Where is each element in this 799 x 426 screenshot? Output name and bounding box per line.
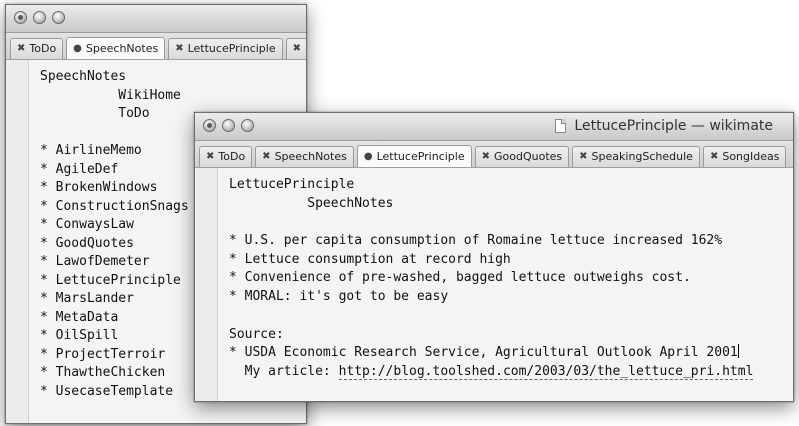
tab-label: ToDo xyxy=(218,150,246,163)
close-tab-icon[interactable]: ✖ xyxy=(482,147,490,167)
front-tab-bar: ✖ ToDo ✖ SpeechNotes ● LettucePrinciple ✖ GoodQ… xyxy=(195,141,793,168)
tab-label: SongIdeas xyxy=(722,150,780,163)
zoom-window-button[interactable] xyxy=(241,119,254,132)
text-line[interactable]: * MORAL: it's got to be easy xyxy=(229,288,753,307)
tab-todo[interactable]: ✖ ToDo xyxy=(10,38,64,59)
text-line[interactable]: * LettucePrinciple xyxy=(40,272,189,291)
tab-label: GoodQuotes xyxy=(494,150,563,163)
text-line[interactable]: * ProjectTerroir xyxy=(40,346,189,365)
text-line[interactable]: Source: xyxy=(229,326,753,345)
tab-label: LettucePrinciple xyxy=(187,42,276,55)
text-line[interactable]: ToDo xyxy=(40,105,189,124)
back-tab-bar: ✖ToDo●SpeechNotes✖LettucePrinciple✖L xyxy=(6,33,306,60)
window-title: LettucePrinciple — wikimate xyxy=(574,118,773,134)
text-line[interactable]: * U.S. per capita consumption of Romaine… xyxy=(229,232,753,251)
document-icon[interactable] xyxy=(555,119,567,133)
text-line[interactable]: * MarsLander xyxy=(40,290,189,309)
close-tab-icon[interactable]: ✖ xyxy=(293,39,301,59)
text-line[interactable]: * LawofDemeter xyxy=(40,253,189,272)
minimize-window-button[interactable] xyxy=(33,11,46,24)
unsaved-dot-icon: ● xyxy=(363,150,373,162)
tab-l[interactable]: ✖L xyxy=(285,38,306,59)
text-line[interactable]: * BrokenWindows xyxy=(40,179,189,198)
close-tab-icon[interactable]: ✖ xyxy=(579,147,587,167)
text-line[interactable]: LettucePrinciple xyxy=(229,176,753,195)
window-title-area: LettucePrinciple — wikimate xyxy=(555,118,773,134)
front-titlebar[interactable]: LettucePrinciple — wikimate xyxy=(195,113,793,141)
back-titlebar[interactable] xyxy=(6,5,306,33)
tab-speakingschedule[interactable]: ✖ SpeakingSchedule xyxy=(572,146,700,167)
unsaved-dot-icon: ● xyxy=(73,42,82,54)
tab-label: LettucePrinciple xyxy=(376,149,465,163)
text-line[interactable]: * OilSpill xyxy=(40,327,189,346)
front-gutter xyxy=(195,168,218,401)
text-line[interactable]: * AgileDef xyxy=(40,161,189,180)
text-line[interactable]: WikiHome xyxy=(40,87,189,106)
close-window-button[interactable] xyxy=(203,119,216,132)
text-line[interactable]: * ConstructionSnags xyxy=(40,198,189,217)
tab-todo[interactable]: ✖ ToDo xyxy=(199,146,253,167)
tab-speechnotes[interactable]: ● SpeechNotes xyxy=(66,37,166,59)
tab-lettuceprinciple[interactable]: ✖ LettucePrinciple xyxy=(168,38,283,59)
close-tab-icon[interactable]: ✖ xyxy=(206,147,214,167)
text-line[interactable]: * UsecaseTemplate xyxy=(40,383,189,402)
text-line[interactable] xyxy=(229,213,753,232)
article-line: My article: http://blog.toolshed.com/200… xyxy=(229,363,754,382)
tab-label: SpeechNotes xyxy=(274,150,347,163)
tab-label: SpeakingSchedule xyxy=(591,150,693,163)
text-line[interactable]: * MetaData xyxy=(40,309,189,328)
text-line[interactable]: * Lettuce consumption at record high xyxy=(229,251,753,270)
minimize-window-button[interactable] xyxy=(222,119,235,132)
article-link[interactable]: http://blog.toolshed.com/2003/03/the_let… xyxy=(338,363,754,380)
tab-goodquotes[interactable]: ✖ GoodQuotes xyxy=(474,146,570,167)
text-line[interactable]: SpeechNotes xyxy=(40,68,189,87)
close-window-button[interactable] xyxy=(14,11,27,24)
text-line[interactable] xyxy=(40,124,189,143)
tab-songideas[interactable]: ✖ SongIdeas xyxy=(702,146,787,167)
text-line[interactable]: SpeechNotes xyxy=(229,195,753,214)
close-tab-icon[interactable]: ✖ xyxy=(262,147,270,167)
tab-label: SpeechNotes xyxy=(85,41,159,55)
tab-speechnotes[interactable]: ✖ SpeechNotes xyxy=(255,146,354,167)
front-text-content[interactable]: LettucePrinciple SpeechNotes * U.S. per c… xyxy=(229,176,754,382)
text-line[interactable]: * Convenience of pre-washed, bagged lett… xyxy=(229,269,753,288)
text-line[interactable]: * USDA Economic Research Service, Agricu… xyxy=(229,344,753,363)
text-line[interactable] xyxy=(229,307,753,326)
text-line[interactable]: * ThawtheChicken xyxy=(40,364,189,383)
lettuceprinciple-window: LettucePrinciple — wikimate ✖ ToDo ✖ Speech… xyxy=(194,112,794,402)
front-editor[interactable]: LettucePrinciple SpeechNotes * U.S. per c… xyxy=(195,168,793,401)
close-tab-icon[interactable]: ✖ xyxy=(175,39,183,59)
back-gutter xyxy=(6,60,29,423)
close-tab-icon[interactable]: ✖ xyxy=(710,147,718,167)
text-line[interactable]: * GoodQuotes xyxy=(40,235,189,254)
tab-label: L xyxy=(305,39,306,59)
text-cursor xyxy=(737,344,739,359)
back-text-content[interactable]: SpeechNotes WikiHome ToDo * AirlineMemo * … xyxy=(40,68,189,401)
text-line[interactable]: * AirlineMemo xyxy=(40,142,189,161)
tab-label: ToDo xyxy=(29,42,57,55)
article-label: My article: xyxy=(229,363,339,379)
tab-lettuceprinciple[interactable]: ● LettucePrinciple xyxy=(356,145,472,167)
close-tab-icon[interactable]: ✖ xyxy=(17,39,25,59)
zoom-window-button[interactable] xyxy=(52,11,65,24)
text-line[interactable]: * ConwaysLaw xyxy=(40,216,189,235)
